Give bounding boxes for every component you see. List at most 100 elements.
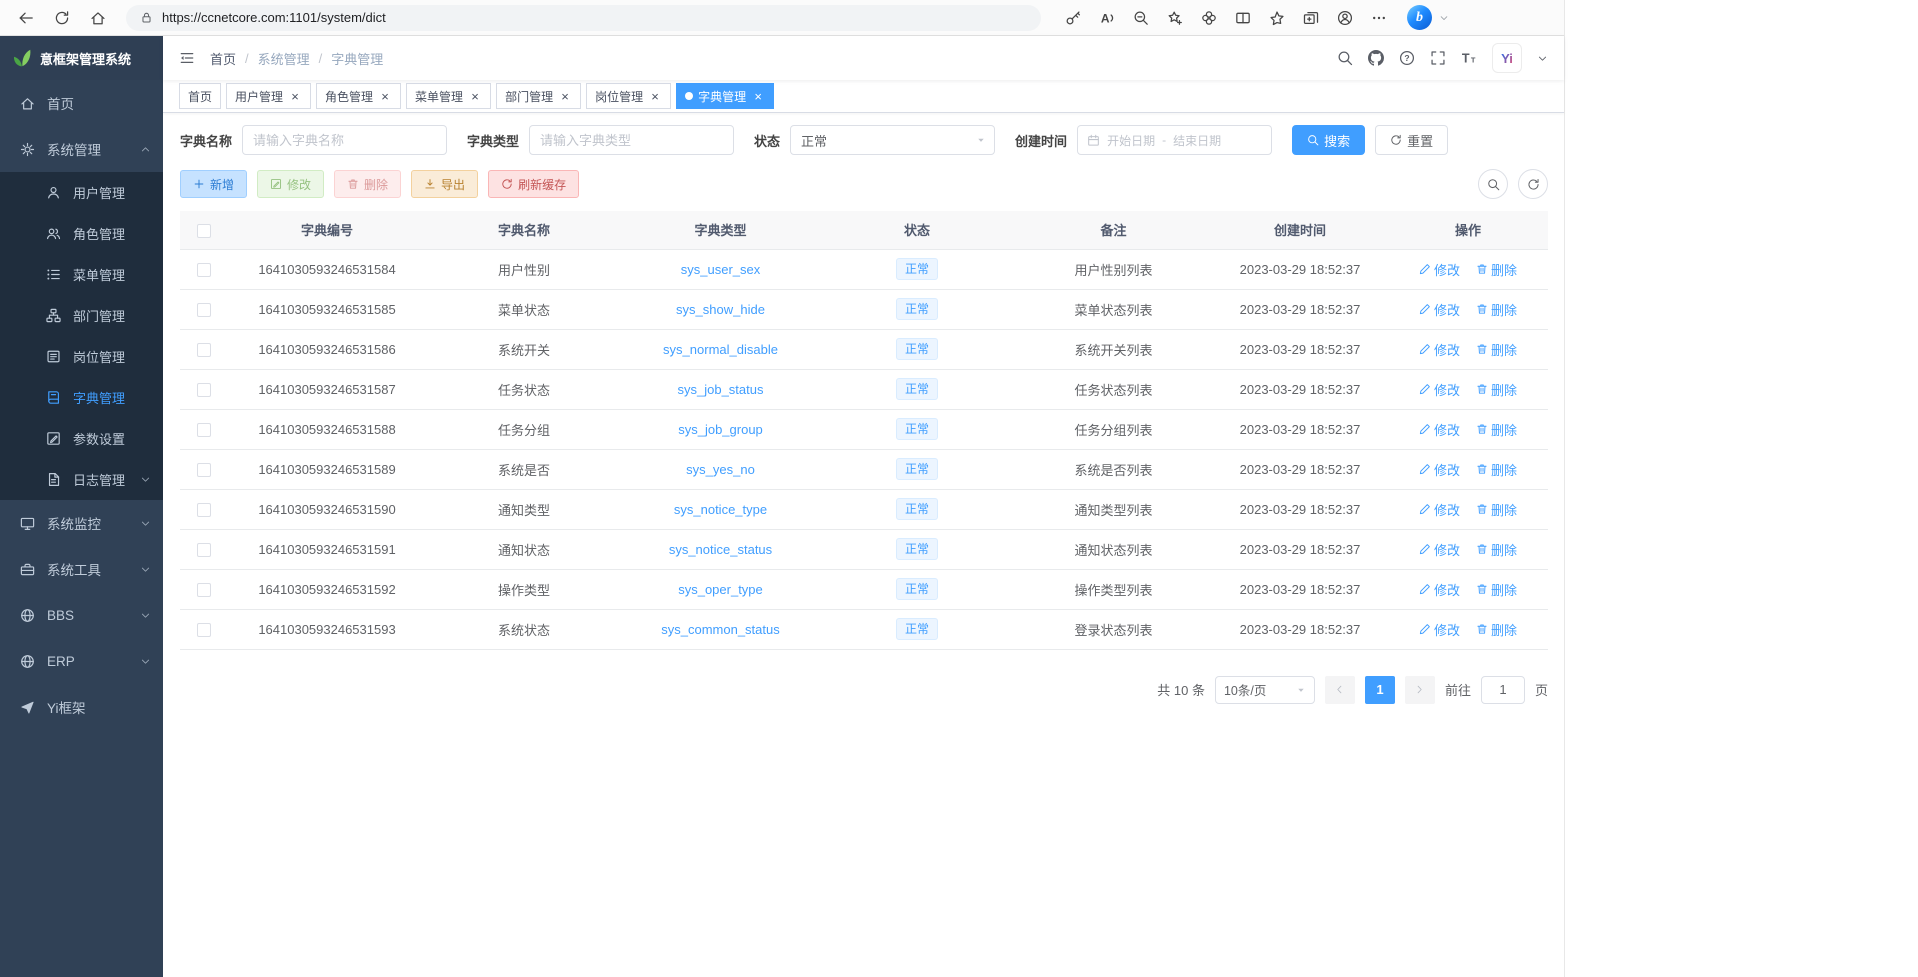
delete-button[interactable]: 删除 <box>334 170 401 198</box>
row-checkbox[interactable] <box>197 463 211 477</box>
sidebar-item-post[interactable]: 岗位管理 <box>0 336 163 377</box>
font-size-icon[interactable]: TT <box>1461 50 1477 66</box>
row-delete-button[interactable]: 删除 <box>1476 460 1517 479</box>
refresh-button[interactable] <box>46 3 78 33</box>
refresh-cache-button[interactable]: 刷新缓存 <box>488 170 579 198</box>
sidebar-item-tool[interactable]: 系统工具 <box>0 546 163 592</box>
status-select[interactable]: 正常 <box>790 125 995 155</box>
github-icon[interactable] <box>1368 50 1384 66</box>
date-range-picker[interactable]: 开始日期 - 结束日期 <box>1077 125 1272 155</box>
close-tab-icon[interactable]: × <box>558 89 572 103</box>
add-button[interactable]: 新增 <box>180 170 247 198</box>
tab-home[interactable]: 首页 <box>179 83 221 109</box>
row-edit-button[interactable]: 修改 <box>1419 380 1460 399</box>
row-checkbox[interactable] <box>197 583 211 597</box>
sidebar-item-system[interactable]: 系统管理 <box>0 126 163 172</box>
tab-dept[interactable]: 部门管理× <box>496 83 581 109</box>
dict-type-link[interactable]: sys_notice_status <box>669 542 772 557</box>
row-delete-button[interactable]: 删除 <box>1476 340 1517 359</box>
sidebar-item-user[interactable]: 用户管理 <box>0 172 163 213</box>
sidebar-item-bbs[interactable]: BBS <box>0 592 163 638</box>
bing-icon[interactable]: b <box>1407 5 1432 30</box>
close-tab-icon[interactable]: × <box>378 89 392 103</box>
row-delete-button[interactable]: 删除 <box>1476 260 1517 279</box>
breadcrumb-item[interactable]: 首页 <box>210 49 236 68</box>
row-delete-button[interactable]: 删除 <box>1476 620 1517 639</box>
row-checkbox[interactable] <box>197 503 211 517</box>
row-edit-button[interactable]: 修改 <box>1419 340 1460 359</box>
export-button[interactable]: 导出 <box>411 170 478 198</box>
close-tab-icon[interactable]: × <box>288 89 302 103</box>
row-edit-button[interactable]: 修改 <box>1419 580 1460 599</box>
row-edit-button[interactable]: 修改 <box>1419 420 1460 439</box>
header-search-icon[interactable] <box>1337 50 1353 66</box>
row-checkbox[interactable] <box>197 543 211 557</box>
essentials-icon[interactable] <box>1193 3 1225 33</box>
row-delete-button[interactable]: 删除 <box>1476 540 1517 559</box>
sidebar-item-dict[interactable]: 字典管理 <box>0 377 163 418</box>
reset-button[interactable]: 重置 <box>1375 125 1448 155</box>
zoom-icon[interactable] <box>1125 3 1157 33</box>
row-delete-button[interactable]: 删除 <box>1476 580 1517 599</box>
row-edit-button[interactable]: 修改 <box>1419 500 1460 519</box>
sidebar-item-erp[interactable]: ERP <box>0 638 163 684</box>
row-delete-button[interactable]: 删除 <box>1476 420 1517 439</box>
row-edit-button[interactable]: 修改 <box>1419 260 1460 279</box>
toggle-search-button[interactable] <box>1478 169 1508 199</box>
sidebar-item-menu[interactable]: 菜单管理 <box>0 254 163 295</box>
user-avatar[interactable]: Yi <box>1492 43 1522 73</box>
sidebar-toggle-icon[interactable] <box>179 50 195 66</box>
tab-menu[interactable]: 菜单管理× <box>406 83 491 109</box>
sidebar-item-home[interactable]: 首页 <box>0 80 163 126</box>
collections-icon[interactable] <box>1295 3 1327 33</box>
close-tab-icon[interactable]: × <box>751 89 765 103</box>
dict-type-link[interactable]: sys_show_hide <box>676 302 765 317</box>
favorite-add-icon[interactable] <box>1159 3 1191 33</box>
row-edit-button[interactable]: 修改 <box>1419 300 1460 319</box>
tab-user[interactable]: 用户管理× <box>226 83 311 109</box>
row-checkbox[interactable] <box>197 263 211 277</box>
tab-dict[interactable]: 字典管理× <box>676 83 774 109</box>
dict-type-input[interactable] <box>529 125 734 155</box>
home-button[interactable] <box>82 3 114 33</box>
close-tab-icon[interactable]: × <box>468 89 482 103</box>
more-icon[interactable] <box>1363 3 1395 33</box>
address-bar[interactable]: https://ccnetcore.com:1101/system/dict <box>126 5 1041 31</box>
close-tab-icon[interactable]: × <box>648 89 662 103</box>
row-checkbox[interactable] <box>197 423 211 437</box>
row-delete-button[interactable]: 删除 <box>1476 380 1517 399</box>
dict-name-input[interactable] <box>242 125 447 155</box>
chevron-down-icon[interactable] <box>1439 13 1449 23</box>
favorites-bar-icon[interactable] <box>1261 3 1293 33</box>
dict-type-link[interactable]: sys_yes_no <box>686 462 755 477</box>
row-edit-button[interactable]: 修改 <box>1419 540 1460 559</box>
next-page-button[interactable] <box>1405 676 1435 704</box>
row-checkbox[interactable] <box>197 343 211 357</box>
row-delete-button[interactable]: 删除 <box>1476 500 1517 519</box>
sidebar-item-yi[interactable]: Yi框架 <box>0 684 163 730</box>
row-checkbox[interactable] <box>197 303 211 317</box>
edit-button[interactable]: 修改 <box>257 170 324 198</box>
read-aloud-icon[interactable]: A <box>1091 3 1123 33</box>
sidebar-item-config[interactable]: 参数设置 <box>0 418 163 459</box>
back-button[interactable] <box>10 3 42 33</box>
dict-type-link[interactable]: sys_job_group <box>678 422 763 437</box>
dict-type-link[interactable]: sys_normal_disable <box>663 342 778 357</box>
tab-post[interactable]: 岗位管理× <box>586 83 671 109</box>
select-all-checkbox[interactable] <box>197 224 211 238</box>
tab-role[interactable]: 角色管理× <box>316 83 401 109</box>
sidebar-item-log[interactable]: 日志管理 <box>0 459 163 500</box>
row-edit-button[interactable]: 修改 <box>1419 620 1460 639</box>
key-icon[interactable] <box>1057 3 1089 33</box>
profile-icon[interactable] <box>1329 3 1361 33</box>
split-screen-icon[interactable] <box>1227 3 1259 33</box>
refresh-table-button[interactable] <box>1518 169 1548 199</box>
search-button[interactable]: 搜索 <box>1292 125 1365 155</box>
fullscreen-icon[interactable] <box>1430 50 1446 66</box>
dict-type-link[interactable]: sys_oper_type <box>678 582 763 597</box>
sidebar-item-role[interactable]: 角色管理 <box>0 213 163 254</box>
current-page[interactable]: 1 <box>1365 676 1395 704</box>
user-menu-caret-icon[interactable] <box>1537 53 1548 64</box>
sidebar-item-dept[interactable]: 部门管理 <box>0 295 163 336</box>
dict-type-link[interactable]: sys_user_sex <box>681 262 760 277</box>
